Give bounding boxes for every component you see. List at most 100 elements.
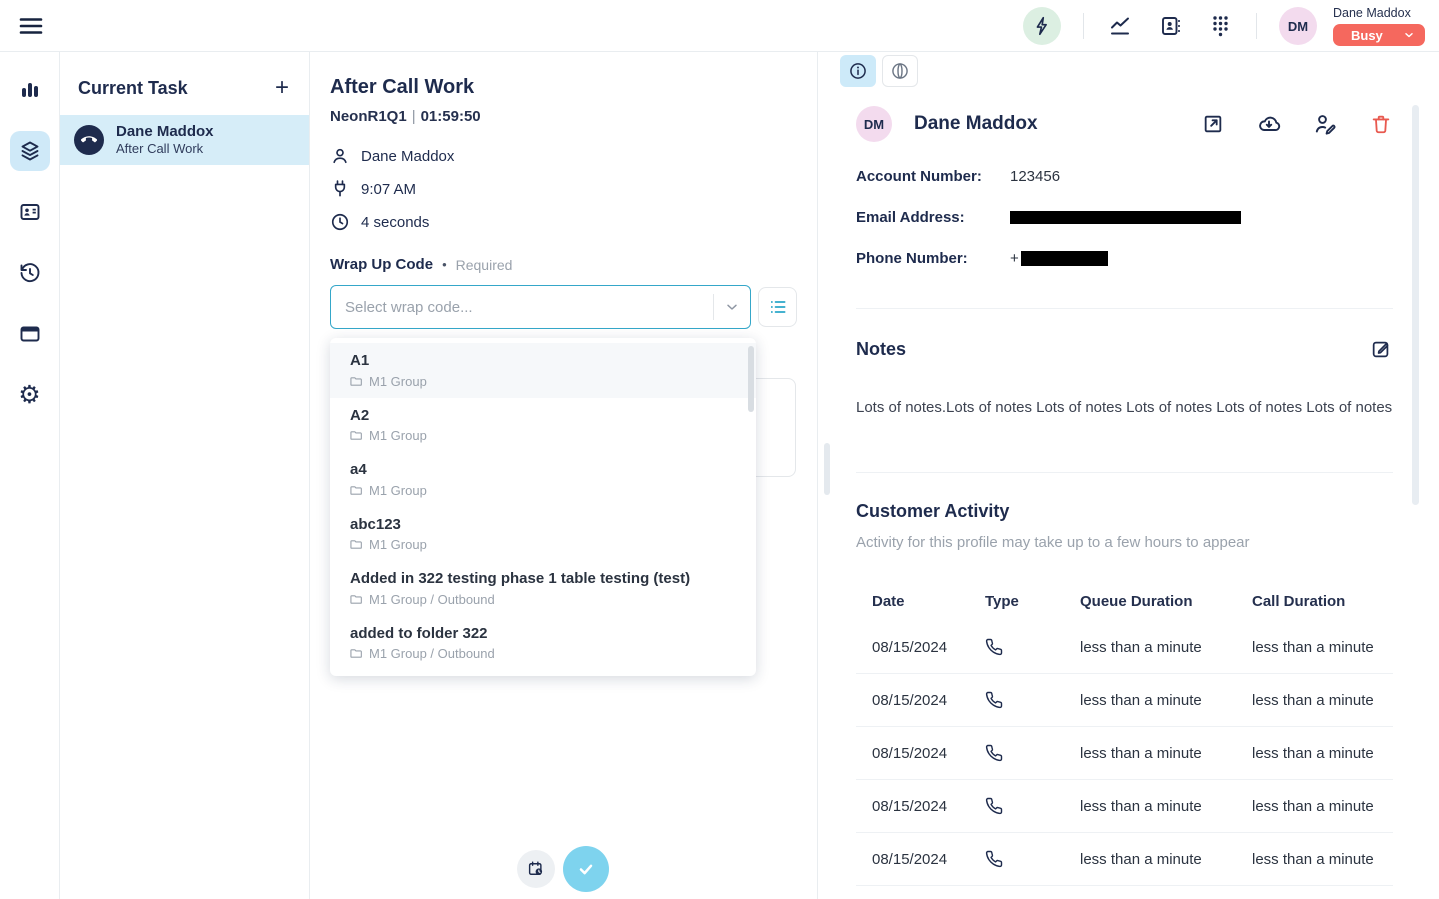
folder-icon xyxy=(350,593,363,606)
status-dropdown[interactable]: Busy xyxy=(1333,24,1425,46)
edit-note-icon[interactable] xyxy=(1369,337,1393,361)
customer-activity-title: Customer Activity xyxy=(856,501,1393,522)
col-call-duration: Call Duration xyxy=(1252,593,1393,610)
wrap-code-option[interactable]: Added in 322 testing phase 1 table testi… xyxy=(330,561,756,616)
call-duration: less than a minute xyxy=(1252,851,1393,868)
activity-date: 08/15/2024 xyxy=(872,798,985,815)
after-call-work-panel: After Call Work NeonR1Q1|01:59:50 Dane M… xyxy=(310,52,818,899)
redacted-phone-value xyxy=(1021,251,1108,266)
phone-icon xyxy=(985,638,1080,656)
cloud-download-icon[interactable] xyxy=(1257,112,1281,136)
clock-icon xyxy=(330,212,350,232)
layers-icon[interactable] xyxy=(10,131,50,171)
open-external-icon[interactable] xyxy=(1201,112,1225,136)
user-avatar[interactable]: DM xyxy=(1279,7,1317,45)
topbar-divider xyxy=(1083,13,1084,39)
wrap-code-option[interactable]: added to folder 322 M1 Group / Outbound xyxy=(330,616,756,671)
phone-handset-icon xyxy=(74,125,104,155)
lightning-icon[interactable] xyxy=(1023,7,1061,45)
folder-icon xyxy=(350,375,363,388)
option-group: M1 Group xyxy=(369,537,427,552)
task-list-item[interactable]: Dane Maddox After Call Work xyxy=(60,115,309,165)
task-duration: 4 seconds xyxy=(361,214,429,231)
tab-compare[interactable] xyxy=(882,55,918,87)
wrap-code-list-button[interactable] xyxy=(758,287,797,327)
contact-name: Dane Maddox xyxy=(361,148,454,165)
activity-row[interactable]: 08/15/2024 less than a minute less than … xyxy=(856,833,1393,886)
contrast-icon xyxy=(890,61,910,81)
email-label: Email Address: xyxy=(856,209,1010,226)
profile-panel: DM Dane Maddox xyxy=(818,52,1439,899)
history-icon[interactable] xyxy=(10,253,50,293)
acw-queue-timer: NeonR1Q1|01:59:50 xyxy=(330,108,797,125)
hamburger-icon[interactable] xyxy=(16,11,46,41)
delete-icon[interactable] xyxy=(1369,112,1393,136)
profile-avatar: DM xyxy=(856,106,892,142)
topbar-divider xyxy=(1256,13,1257,39)
complete-task-button[interactable] xyxy=(563,846,609,892)
contact-detail-row: Dane Maddox xyxy=(330,146,797,166)
activity-row[interactable]: 08/15/2024 less than a minute less than … xyxy=(856,674,1393,727)
dialpad-icon[interactable] xyxy=(1206,12,1234,40)
activity-row[interactable]: 08/15/2024 less than a minute less than … xyxy=(856,621,1393,674)
start-time-row: 9:07 AM xyxy=(330,179,797,199)
contact-card-icon[interactable] xyxy=(10,192,50,232)
bar-chart-icon[interactable] xyxy=(10,70,50,110)
wrap-code-select[interactable] xyxy=(330,285,751,329)
duration-row: 4 seconds xyxy=(330,212,797,232)
folder-icon xyxy=(350,484,363,497)
notes-body: Lots of notes.Lots of notes Lots of note… xyxy=(856,397,1393,418)
tab-info[interactable] xyxy=(840,55,876,87)
settings-icon[interactable]: ⚙ xyxy=(10,375,50,415)
account-number-field: Account Number: 123456 xyxy=(856,166,1393,186)
contacts-book-icon[interactable] xyxy=(1156,12,1184,40)
bullet: • xyxy=(442,257,447,272)
chevron-down-icon[interactable] xyxy=(714,299,750,315)
call-duration: less than a minute xyxy=(1252,798,1393,815)
window-icon[interactable] xyxy=(10,314,50,354)
wrap-code-option[interactable]: A2 M1 Group xyxy=(330,398,756,453)
option-label: added to folder 322 xyxy=(350,624,736,644)
schedule-callback-button[interactable] xyxy=(517,850,555,888)
current-task-panel: Current Task + Dane Maddox After Call Wo… xyxy=(60,52,310,899)
phone-field: Phone Number: + xyxy=(856,248,1393,268)
col-type: Type xyxy=(985,593,1080,610)
wrap-code-input[interactable] xyxy=(331,286,713,328)
call-duration: less than a minute xyxy=(1252,745,1393,762)
queue-duration: less than a minute xyxy=(1080,692,1252,709)
task-contact-name: Dane Maddox xyxy=(116,123,214,142)
wrap-code-option-list: A1 M1 Group A2 M1 Group a4 M1 Group abc1… xyxy=(330,343,756,670)
activity-row[interactable]: 08/15/2024 less than a minute less than … xyxy=(856,780,1393,833)
email-field: Email Address: xyxy=(856,207,1393,227)
activity-date: 08/15/2024 xyxy=(872,639,985,656)
wrap-up-code-label: Wrap Up Code xyxy=(330,256,433,273)
notes-title: Notes xyxy=(856,339,906,360)
activity-table-header: Date Type Queue Duration Call Duration xyxy=(856,581,1393,621)
account-number-label: Account Number: xyxy=(856,168,1010,185)
option-group: M1 Group / Outbound xyxy=(369,592,495,607)
profile-scrollbar[interactable] xyxy=(1412,105,1419,505)
acw-timer: 01:59:50 xyxy=(421,108,481,125)
wrap-code-option[interactable]: abc123 M1 Group xyxy=(330,507,756,562)
add-task-button[interactable]: + xyxy=(275,76,289,100)
folder-icon xyxy=(350,538,363,551)
option-group: M1 Group xyxy=(369,483,427,498)
activity-rows: 08/15/2024 less than a minute less than … xyxy=(856,621,1393,886)
activity-row[interactable]: 08/15/2024 less than a minute less than … xyxy=(856,727,1393,780)
wrap-code-option[interactable]: A1 M1 Group xyxy=(330,343,756,398)
chevron-down-icon xyxy=(1403,29,1415,41)
current-task-title: Current Task xyxy=(78,78,188,99)
info-icon xyxy=(848,61,868,81)
check-icon xyxy=(575,858,597,880)
panel-scrollbar[interactable] xyxy=(824,443,830,495)
dropdown-scrollbar[interactable] xyxy=(748,346,754,412)
task-status: After Call Work xyxy=(116,141,214,157)
line-chart-icon[interactable] xyxy=(1106,12,1134,40)
customer-activity-subtitle: Activity for this profile may take up to… xyxy=(856,534,1393,551)
plug-icon xyxy=(330,179,350,199)
edit-user-icon[interactable] xyxy=(1313,112,1337,136)
start-time: 9:07 AM xyxy=(361,181,416,198)
nav-rail: ⚙ xyxy=(0,52,60,899)
activity-date: 08/15/2024 xyxy=(872,851,985,868)
wrap-code-option[interactable]: a4 M1 Group xyxy=(330,452,756,507)
